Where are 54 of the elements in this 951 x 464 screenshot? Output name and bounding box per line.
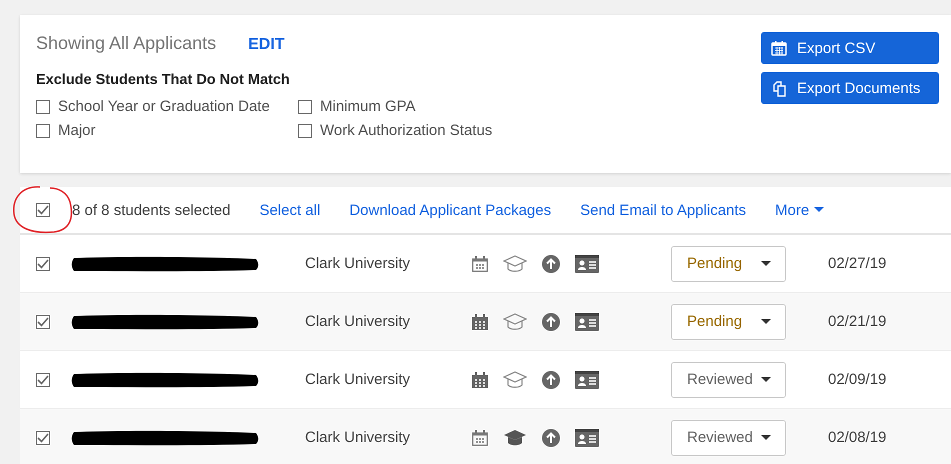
select-all-checkbox[interactable]	[36, 203, 50, 217]
checkbox-label: Minimum GPA	[320, 98, 416, 115]
id-card-icon[interactable]	[575, 370, 599, 388]
filter-heading: Exclude Students That Do Not Match	[36, 72, 291, 88]
caret-icon	[761, 260, 771, 266]
status-dropdown[interactable]: Reviewed	[671, 420, 786, 456]
graduation-cap-icon[interactable]	[503, 313, 527, 330]
action-link[interactable]: Download Applicant Packages	[349, 202, 552, 218]
id-card-icon[interactable]	[575, 254, 599, 272]
checkbox[interactable]	[36, 124, 50, 138]
school-name: Clark University	[305, 255, 412, 272]
caret-icon	[814, 207, 824, 213]
checkbox-label: Work Authorization Status	[320, 122, 492, 139]
caret-icon	[761, 434, 771, 440]
calendar-icon[interactable]	[472, 372, 488, 388]
checkbox[interactable]	[298, 124, 312, 138]
school-name: Clark University	[305, 429, 412, 446]
calendar-icon[interactable]	[472, 430, 488, 446]
checkbox-label: School Year or Graduation Date	[58, 98, 270, 115]
edit-link[interactable]: EDIT	[248, 36, 285, 54]
date-text: 02/08/19	[828, 429, 886, 446]
export-button[interactable]: Export CSV	[761, 32, 939, 64]
calendar-icon[interactable]	[472, 314, 488, 330]
row-checkbox[interactable]	[36, 314, 50, 328]
graduation-cap-icon[interactable]	[503, 255, 527, 272]
row-checkbox[interactable]	[36, 430, 50, 444]
caret-icon	[761, 376, 771, 382]
checkbox[interactable]	[36, 100, 50, 114]
action-link[interactable]: Send Email to Applicants	[580, 202, 746, 218]
status-dropdown[interactable]: Pending	[671, 304, 786, 340]
date-text: 02/09/19	[828, 371, 886, 388]
graduation-cap-icon[interactable]	[503, 371, 527, 388]
panel-title: Showing All Applicants	[36, 33, 216, 54]
status-dropdown[interactable]: Pending	[671, 246, 786, 282]
action-link[interactable]: Select all	[259, 202, 320, 218]
documents-icon	[771, 80, 787, 96]
id-card-icon[interactable]	[575, 428, 599, 446]
checkbox[interactable]	[298, 100, 312, 114]
row-checkbox[interactable]	[36, 256, 50, 270]
selection-count: 8 of 8 students selected	[72, 202, 230, 218]
caret-icon	[761, 318, 771, 324]
calendar-icon[interactable]	[472, 256, 488, 272]
calendar-icon	[771, 40, 787, 56]
graduation-cap-icon[interactable]	[503, 429, 527, 446]
checkbox-label: Major	[58, 122, 96, 139]
school-name: Clark University	[305, 313, 412, 330]
status-dropdown[interactable]: Reviewed	[671, 362, 786, 398]
export-button[interactable]: Export Documents	[761, 72, 939, 104]
id-card-icon[interactable]	[575, 312, 599, 330]
date-text: 02/27/19	[828, 255, 886, 272]
row-checkbox[interactable]	[36, 372, 50, 386]
date-text: 02/21/19	[828, 313, 886, 330]
school-name: Clark University	[305, 371, 412, 388]
more-dropdown[interactable]: More	[775, 202, 824, 218]
